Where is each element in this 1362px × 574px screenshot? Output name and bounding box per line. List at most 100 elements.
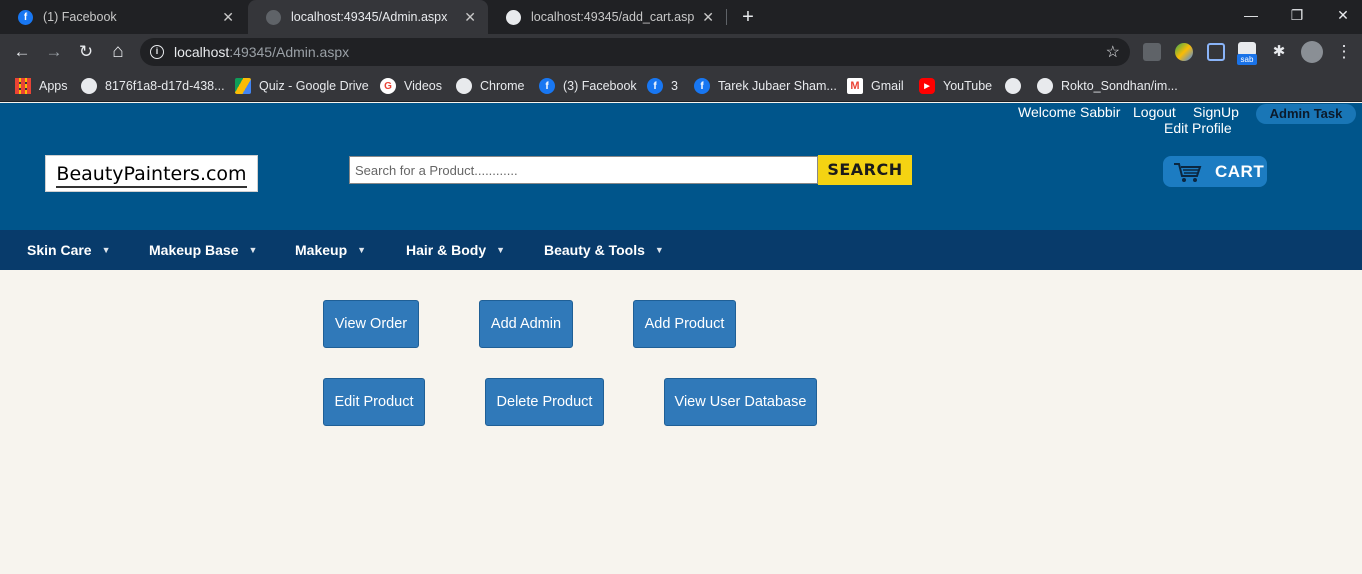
bookmark-quiz-drive[interactable]: Quiz - Google Drive — [235, 70, 369, 102]
view-user-database-button[interactable]: View User Database — [664, 378, 817, 426]
facebook-icon: f — [539, 78, 555, 94]
admin-task-button[interactable]: Admin Task — [1256, 104, 1356, 124]
close-window-button[interactable]: ✕ — [1320, 0, 1362, 30]
globe-icon — [1005, 78, 1021, 94]
bookmark-label: Rokto_Sondhan/im... — [1061, 79, 1178, 93]
chevron-down-icon: ▼ — [496, 245, 506, 255]
cart-button[interactable]: CART — [1163, 156, 1267, 187]
bookmark-gmail[interactable]: M Gmail — [847, 70, 904, 102]
extensions-puzzle-icon[interactable]: ✱ — [1270, 43, 1288, 61]
chevron-down-icon: ▼ — [654, 245, 664, 255]
bookmark-label: 8176f1a8-d17d-438... — [105, 79, 225, 93]
delete-product-button[interactable]: Delete Product — [485, 378, 604, 426]
search-button[interactable]: SEARCH — [818, 155, 912, 185]
cart-icon — [1174, 162, 1202, 182]
bookmark-star-icon[interactable]: ☆ — [1106, 42, 1120, 62]
tab-separator — [726, 9, 727, 25]
bookmark-label: Apps — [39, 79, 68, 93]
add-admin-button[interactable]: Add Admin — [479, 300, 573, 348]
bookmark-3[interactable]: f 3 — [647, 70, 678, 102]
close-tab-icon[interactable]: ✕ — [702, 9, 714, 26]
url-host: localhost — [174, 44, 230, 60]
edit-profile-link[interactable]: Edit Profile — [1164, 120, 1232, 136]
menu-beauty-tools[interactable]: Beauty & Tools ▼ — [544, 230, 664, 270]
address-url[interactable]: localhost:49345/Admin.aspx — [174, 44, 349, 60]
menu-label: Makeup — [295, 242, 348, 258]
bookmark-label: Tarek Jubaer Sham... — [718, 79, 837, 93]
bookmark-chrome[interactable]: Chrome — [456, 70, 524, 102]
google-icon: G — [380, 78, 396, 94]
github-icon — [1037, 78, 1053, 94]
logout-link[interactable]: Logout — [1133, 104, 1176, 120]
bookmark-rokto[interactable]: Rokto_Sondhan/im... — [1037, 70, 1178, 102]
globe-icon — [456, 78, 472, 94]
menu-kebab-icon[interactable]: ⋮ — [1332, 40, 1356, 64]
facebook-extension-icon[interactable] — [1143, 43, 1161, 61]
bookmark-tarek[interactable]: f Tarek Jubaer Sham... — [694, 70, 837, 102]
back-button[interactable]: ← — [10, 40, 34, 64]
tab-title: localhost:49345/add_cart.aspx?u — [531, 10, 695, 24]
address-bar[interactable]: i localhost:49345/Admin.aspx ☆ — [140, 38, 1130, 66]
category-menu: Skin Care ▼ Makeup Base ▼ Makeup ▼ Hair & B… — [0, 230, 1362, 270]
tab-title: localhost:49345/Admin.aspx — [291, 10, 448, 24]
google-drive-icon — [235, 78, 251, 94]
bookmark-label: Quiz - Google Drive — [259, 79, 369, 93]
restore-button[interactable]: ❐ — [1274, 0, 1320, 30]
bookmark-facebook-3[interactable]: f (3) Facebook — [539, 70, 637, 102]
youtube-icon: ▶ — [919, 78, 935, 94]
menu-label: Beauty & Tools — [544, 242, 645, 258]
minimize-button[interactable]: — — [1228, 0, 1274, 30]
tab-add-cart[interactable]: localhost:49345/add_cart.aspx?u ✕ — [488, 0, 726, 34]
apps-grid-icon — [15, 78, 31, 94]
menu-label: Hair & Body — [406, 242, 487, 258]
close-tab-icon[interactable]: ✕ — [222, 9, 234, 26]
bookmark-label: (3) Facebook — [563, 79, 637, 93]
chevron-down-icon: ▼ — [357, 245, 367, 255]
welcome-text: Welcome Sabbir — [1018, 104, 1121, 120]
bookmark-apps[interactable]: Apps — [15, 70, 68, 102]
tab-admin[interactable]: localhost:49345/Admin.aspx ✕ — [248, 0, 488, 34]
chevron-down-icon: ▼ — [101, 245, 111, 255]
list-extension-icon[interactable] — [1207, 43, 1225, 61]
extension-badge: sab — [1237, 54, 1257, 65]
search-input[interactable] — [349, 156, 818, 184]
add-product-button[interactable]: Add Product — [633, 300, 736, 348]
bookmark-label: Chrome — [480, 79, 525, 93]
close-tab-icon[interactable]: ✕ — [464, 9, 476, 26]
tab-facebook[interactable]: f (1) Facebook ✕ — [0, 0, 246, 34]
bookmark-label: 3 — [671, 79, 678, 93]
bookmark-label: Gmail — [871, 79, 904, 93]
site-info-icon[interactable]: i — [150, 45, 164, 59]
bookmark-youtube[interactable]: ▶ YouTube — [919, 70, 992, 102]
menu-label: Skin Care — [27, 242, 92, 258]
view-order-button[interactable]: View Order — [323, 300, 419, 348]
edit-product-button[interactable]: Edit Product — [323, 378, 425, 426]
reload-button[interactable]: ↻ — [74, 40, 98, 64]
menu-hair-body[interactable]: Hair & Body ▼ — [406, 230, 505, 270]
menu-skin-care[interactable]: Skin Care ▼ — [27, 230, 111, 270]
menu-label: Makeup Base — [149, 242, 239, 258]
new-tab-button[interactable]: + — [738, 4, 758, 30]
bookmark-uuid[interactable]: 8176f1a8-d17d-438... — [81, 70, 225, 102]
color-extension-icon[interactable] — [1175, 43, 1193, 61]
facebook-icon: f — [18, 9, 33, 25]
cart-label: CART — [1215, 161, 1265, 181]
facebook-icon: f — [694, 78, 710, 94]
bookmark-globe[interactable] — [1005, 70, 1029, 102]
url-path: :49345/Admin.aspx — [229, 44, 350, 60]
facebook-icon: f — [647, 78, 663, 94]
bookmarks-bar: Apps 8176f1a8-d17d-438... Quiz - Google … — [0, 70, 1362, 102]
menu-makeup-base[interactable]: Makeup Base ▼ — [149, 230, 257, 270]
logo-text: BeautyPainters.com — [56, 163, 247, 188]
site-logo[interactable]: BeautyPainters.com — [45, 155, 258, 192]
tab-title: (1) Facebook — [43, 10, 117, 24]
browser-tab-strip: f (1) Facebook ✕ localhost:49345/Admin.a… — [0, 0, 1362, 34]
bookmark-label: Videos — [404, 79, 442, 93]
profile-avatar[interactable] — [1301, 41, 1323, 63]
bookmark-videos[interactable]: G Videos — [380, 70, 442, 102]
home-button[interactable]: ⌂ — [106, 40, 130, 64]
signup-link[interactable]: SignUp — [1193, 104, 1239, 120]
forward-button[interactable]: → — [42, 40, 66, 64]
globe-icon — [266, 9, 281, 25]
menu-makeup[interactable]: Makeup ▼ — [295, 230, 366, 270]
